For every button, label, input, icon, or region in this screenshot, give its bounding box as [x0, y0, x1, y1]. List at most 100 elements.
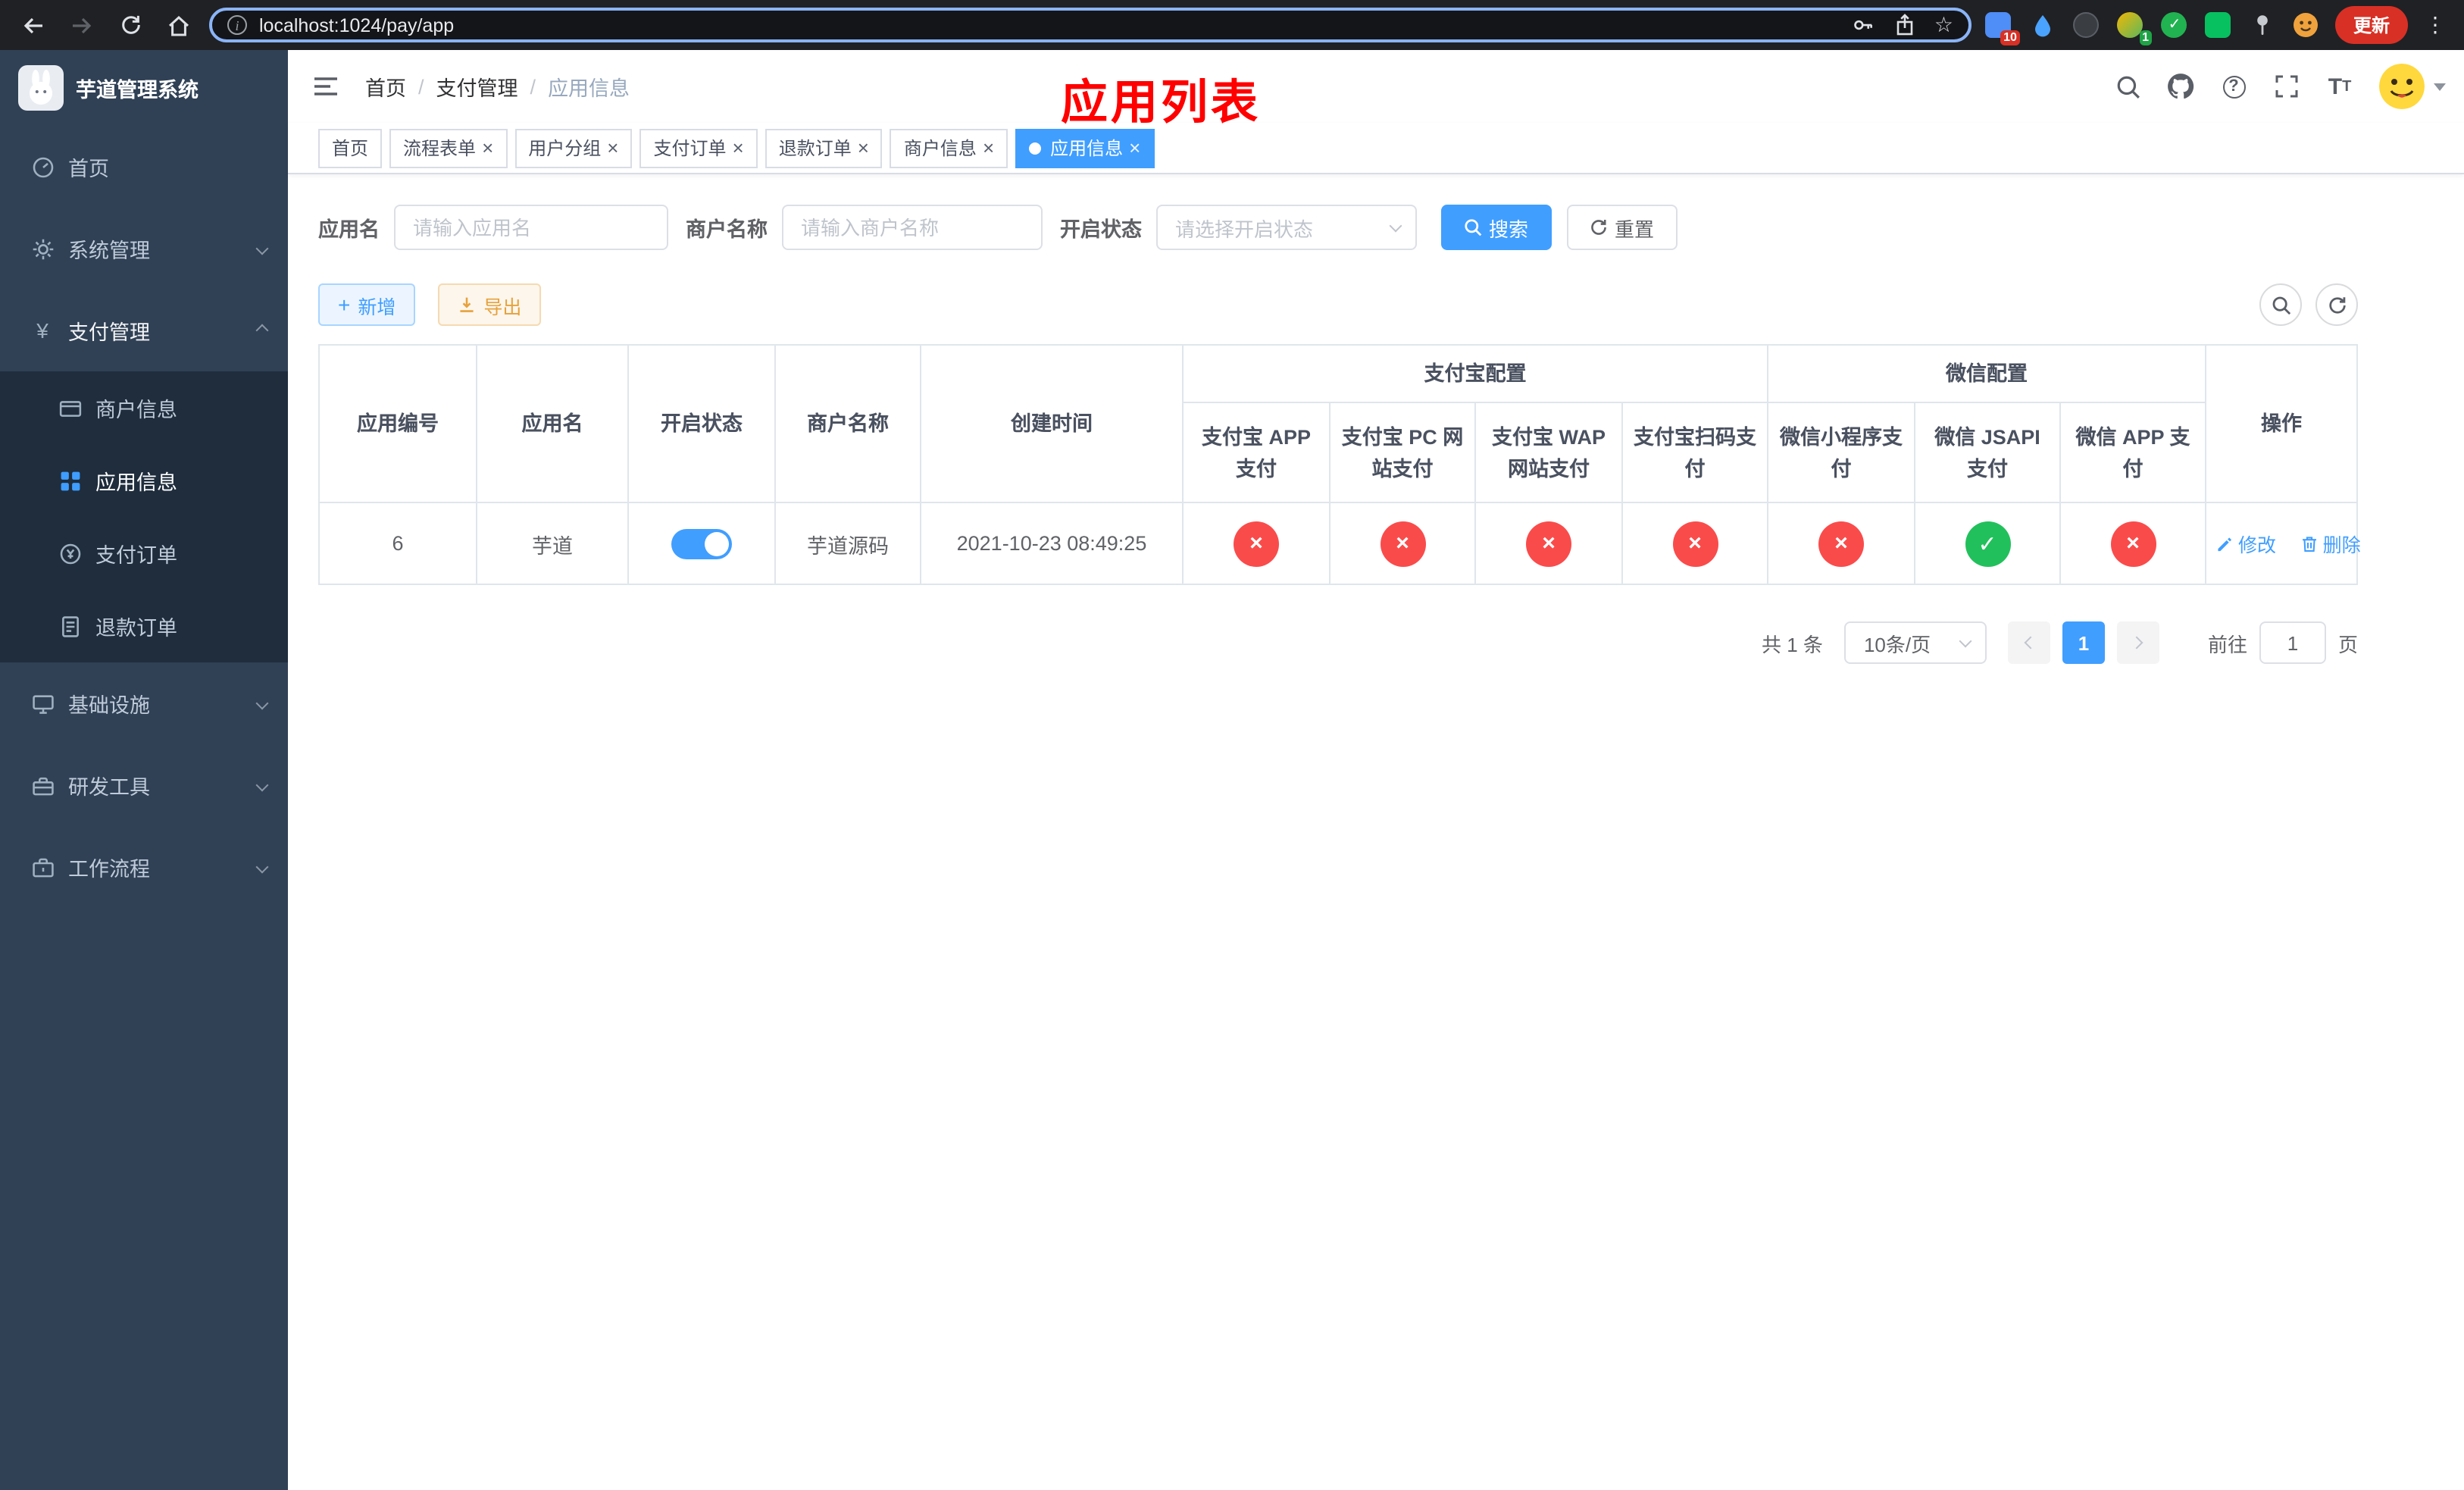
extension-badge: 1	[2139, 30, 2152, 45]
extension-icon-4[interactable]: 1	[2115, 10, 2152, 45]
add-button[interactable]: + 新增	[318, 283, 416, 326]
extension-icon-6[interactable]	[2203, 10, 2234, 40]
page-size-value: 10条/页	[1863, 633, 1931, 656]
search-button[interactable]: 搜索	[1440, 205, 1552, 250]
extension-icon-7[interactable]	[2291, 10, 2322, 40]
github-icon[interactable]	[2167, 73, 2194, 100]
browser-update-button[interactable]: 更新	[2334, 6, 2408, 44]
breadcrumb-payment[interactable]: 支付管理	[436, 71, 518, 102]
edit-button[interactable]: 修改	[2215, 529, 2276, 558]
avatar[interactable]	[2379, 64, 2425, 109]
chevron-down-icon	[1388, 219, 1402, 233]
status-toggle[interactable]	[671, 528, 732, 559]
app-name-input[interactable]	[393, 205, 668, 250]
merchant-name-input[interactable]	[781, 205, 1042, 250]
prev-page-button[interactable]	[2007, 621, 2050, 664]
status-select-placeholder: 请选择开启状态	[1175, 218, 1314, 240]
extension-icon-3[interactable]	[2072, 10, 2102, 40]
close-icon[interactable]: ×	[733, 138, 744, 158]
delete-button[interactable]: 删除	[2300, 529, 2361, 558]
next-page-button[interactable]	[2116, 621, 2159, 664]
export-button[interactable]: 导出	[438, 283, 542, 326]
wechat-jsapi-status-icon: ✓	[1965, 521, 2010, 566]
sidebar-item-refund-order[interactable]: 退款订单	[0, 590, 288, 662]
hamburger-icon[interactable]	[311, 71, 341, 102]
search-icon[interactable]	[2114, 73, 2141, 100]
app-logo-row[interactable]: 芋道管理系统	[0, 50, 288, 126]
refresh-table-icon[interactable]	[2315, 283, 2358, 326]
close-icon[interactable]: ×	[983, 138, 994, 158]
close-icon[interactable]: ×	[858, 138, 869, 158]
tab-refund-order[interactable]: 退款订单 ×	[765, 128, 883, 167]
close-icon[interactable]: ×	[607, 138, 618, 158]
wechat-app-status-icon: ×	[2110, 521, 2156, 566]
active-tab-dot-icon	[1029, 142, 1042, 154]
page-size-select[interactable]: 10条/页	[1843, 621, 1987, 664]
chevron-right-icon	[2130, 636, 2143, 650]
browser-refresh-icon[interactable]	[112, 7, 149, 43]
navbar-actions	[2114, 64, 2446, 109]
tab-process-form[interactable]: 流程表单 ×	[389, 128, 508, 167]
password-key-icon[interactable]	[1850, 11, 1877, 39]
browser-menu-icon[interactable]: ⋮	[2422, 12, 2449, 38]
sidebar-item-label: 研发工具	[68, 776, 150, 799]
help-icon[interactable]	[2220, 73, 2247, 100]
tab-user-group[interactable]: 用户分组 ×	[514, 128, 633, 167]
cell-alipay-wap: ×	[1474, 502, 1623, 585]
tab-label: 流程表单	[403, 138, 477, 159]
page-number-button[interactable]: 1	[2062, 621, 2105, 664]
browser-home-icon[interactable]	[161, 7, 197, 43]
pin-extension-icon[interactable]	[2247, 10, 2278, 40]
col-header-app-name: 应用名	[476, 344, 629, 503]
cell-status	[627, 502, 776, 585]
tab-pay-order[interactable]: 支付订单 ×	[639, 128, 758, 167]
sidebar-item-workflow[interactable]: 工作流程	[0, 826, 288, 908]
goto-page-input[interactable]	[2259, 621, 2326, 664]
toggle-search-icon[interactable]	[2259, 283, 2302, 326]
fullscreen-icon[interactable]	[2273, 73, 2300, 100]
col-group-wechat-config: 微信配置	[1766, 344, 2207, 403]
col-header-created: 创建时间	[920, 344, 1184, 503]
col-group-alipay-config: 支付宝配置	[1182, 344, 1768, 403]
close-icon[interactable]: ×	[482, 138, 493, 158]
font-size-icon[interactable]	[2326, 73, 2353, 100]
url-text[interactable]: localhost:1024/pay/app	[259, 14, 454, 36]
status-select[interactable]: 请选择开启状态	[1155, 205, 1416, 250]
browser-extensions-area: 10 1 ✓ 更新 ⋮	[1984, 6, 2449, 45]
breadcrumb-home[interactable]: 首页	[365, 71, 406, 102]
sidebar-item-merchant-info[interactable]: 商户信息	[0, 371, 288, 444]
credit-card-icon	[58, 396, 82, 420]
user-menu[interactable]	[2379, 64, 2446, 109]
extension-icon-5[interactable]: ✓	[2159, 10, 2190, 40]
briefcase-icon	[30, 855, 55, 879]
sidebar-item-label: 工作流程	[68, 858, 150, 881]
share-icon[interactable]	[1892, 11, 1919, 39]
sidebar-item-system[interactable]: 系统管理	[0, 208, 288, 290]
sidebar-item-app-info[interactable]: 应用信息	[0, 444, 288, 517]
extension-icon-2[interactable]	[2028, 10, 2058, 40]
browser-forward-icon[interactable]	[64, 7, 100, 43]
sidebar-item-home[interactable]: 首页	[0, 126, 288, 208]
tab-label: 用户分组	[528, 138, 602, 159]
bookmark-star-icon[interactable]: ☆	[1934, 12, 1953, 38]
extension-icon-1[interactable]: 10	[1984, 10, 2020, 45]
tab-merchant-info[interactable]: 商户信息 ×	[890, 128, 1008, 167]
reset-button[interactable]: 重置	[1566, 205, 1678, 250]
sidebar-item-dev-tools[interactable]: 研发工具	[0, 744, 288, 826]
sidebar-item-pay-order[interactable]: 支付订单	[0, 517, 288, 590]
sidebar-item-payment[interactable]: ¥ 支付管理	[0, 290, 288, 371]
tab-app-info[interactable]: 应用信息 ×	[1015, 128, 1155, 167]
browser-back-icon[interactable]	[15, 7, 52, 43]
close-icon[interactable]: ×	[1129, 138, 1140, 158]
page-unit-label: 页	[2337, 633, 2358, 656]
tab-label: 支付订单	[653, 138, 727, 159]
tab-home[interactable]: 首页	[318, 128, 383, 167]
page-content: 应用名 商户名称 开启状态 请选择开启状态 搜索 重置	[288, 174, 2464, 664]
site-info-icon[interactable]	[227, 15, 247, 35]
address-bar[interactable]: localhost:1024/pay/app ☆	[209, 8, 1972, 42]
chevron-down-icon	[255, 242, 269, 255]
chevron-up-icon	[255, 324, 269, 337]
sidebar-item-label: 系统管理	[68, 239, 150, 262]
page-annotation-title: 应用列表	[1061, 76, 1261, 129]
sidebar-item-infra[interactable]: 基础设施	[0, 662, 288, 744]
